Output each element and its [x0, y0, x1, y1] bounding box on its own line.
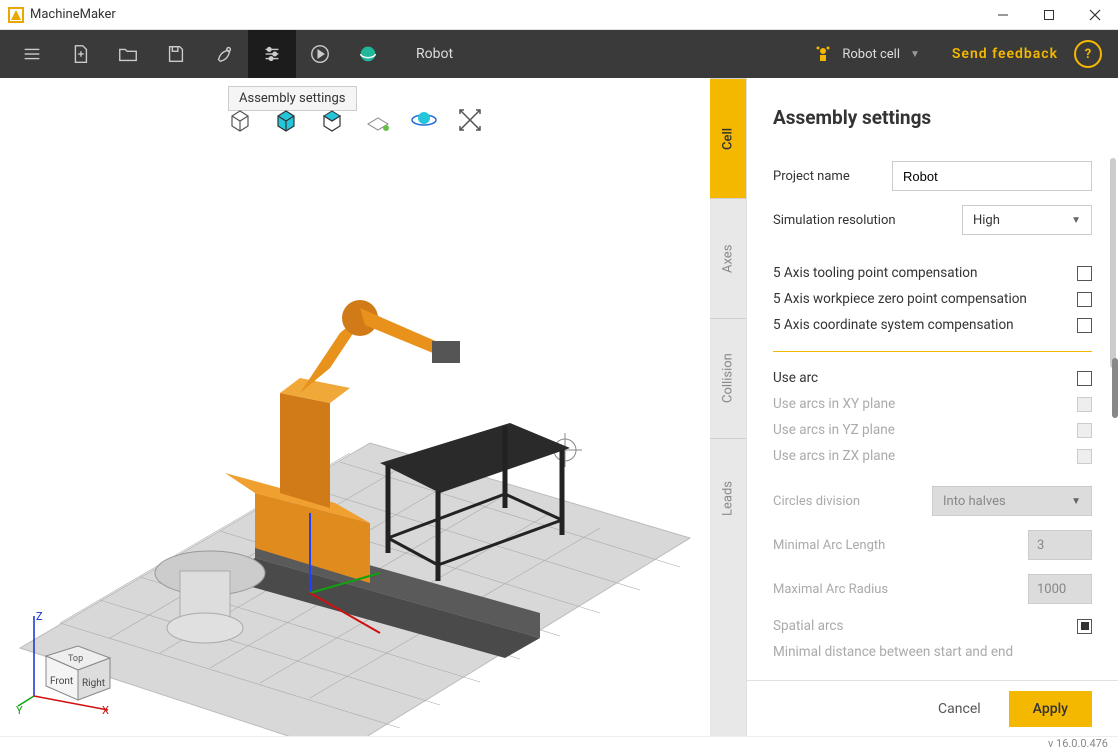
axis-x-label: X	[102, 704, 109, 716]
sim-resolution-label: Simulation resolution	[773, 213, 962, 228]
panel-scrollbar-track[interactable]	[1110, 158, 1116, 368]
arc-zx-label: Use arcs in ZX plane	[773, 448, 1077, 464]
chevron-down-icon: ▼	[1071, 215, 1081, 226]
viewport-3d[interactable]: Assembly settings	[0, 78, 710, 736]
cancel-button[interactable]: Cancel	[938, 701, 981, 717]
circles-div-select: Into halves ▼	[932, 486, 1092, 516]
navcube-right: Right	[82, 678, 105, 689]
project-name-label: Project name	[773, 169, 892, 184]
apply-button[interactable]: Apply	[1009, 691, 1092, 727]
arc-zx-checkbox	[1077, 449, 1092, 464]
use-arc-checkbox[interactable]	[1077, 371, 1092, 386]
settings-panel: Assembly settings Project name Simulatio…	[746, 78, 1118, 736]
cell-selector-label: Robot cell	[842, 47, 900, 62]
vertical-tabs: Cell Axes Collision Leads	[710, 78, 746, 736]
tab-collision[interactable]: Collision	[710, 318, 746, 438]
open-file-button[interactable]	[104, 30, 152, 78]
spatial-arcs-label: Spatial arcs	[773, 618, 1077, 634]
app-logo-icon	[8, 7, 24, 23]
use-arc-label: Use arc	[773, 370, 1077, 386]
project-name-input[interactable]	[892, 161, 1092, 191]
status-bar: v 16.0.0.476	[0, 736, 1118, 750]
sphere-tool-button[interactable]	[344, 30, 392, 78]
main-toolbar: Robot Robot cell ▼ Send feedback ?	[0, 30, 1118, 78]
axis-y-label: Y	[16, 704, 23, 716]
chevron-down-icon: ▼	[1071, 496, 1081, 507]
navigation-cube[interactable]: Z Y X Top Front Right	[16, 606, 116, 716]
toolbar-current-label: Robot	[416, 46, 453, 62]
version-label: v 16.0.0.476	[1048, 737, 1108, 750]
window-minimize-button[interactable]	[980, 0, 1026, 30]
min-arc-input: 3	[1028, 530, 1092, 560]
main-scrollbar-thumb[interactable]	[1112, 358, 1118, 418]
max-arc-label: Maximal Arc Radius	[773, 582, 1028, 597]
comp3-checkbox[interactable]	[1077, 318, 1092, 333]
cell-selector[interactable]: Robot cell ▼	[814, 45, 920, 63]
save-file-button[interactable]	[152, 30, 200, 78]
window-close-button[interactable]	[1072, 0, 1118, 30]
arc-xy-label: Use arcs in XY plane	[773, 396, 1077, 412]
arc-yz-label: Use arcs in YZ plane	[773, 422, 1077, 438]
tab-axes[interactable]: Axes	[710, 198, 746, 318]
titlebar: MachineMaker	[0, 0, 1118, 30]
arc-yz-checkbox	[1077, 423, 1092, 438]
comp3-label: 5 Axis coordinate system compensation	[773, 317, 1077, 333]
main-area: Assembly settings	[0, 78, 1118, 736]
app-title: MachineMaker	[30, 7, 116, 22]
tab-cell[interactable]: Cell	[710, 78, 746, 198]
panel-footer: Cancel Apply	[747, 680, 1118, 736]
comp2-checkbox[interactable]	[1077, 292, 1092, 307]
new-file-button[interactable]	[56, 30, 104, 78]
min-arc-label: Minimal Arc Length	[773, 538, 1028, 553]
comp1-label: 5 Axis tooling point compensation	[773, 265, 1077, 281]
max-arc-input: 1000	[1028, 574, 1092, 604]
panel-title: Assembly settings	[773, 106, 1092, 129]
divider	[773, 351, 1092, 352]
window-maximize-button[interactable]	[1026, 0, 1072, 30]
min-dist-label: Minimal distance between start and end	[773, 644, 1092, 660]
robot-tool-button[interactable]	[200, 30, 248, 78]
arc-xy-checkbox	[1077, 397, 1092, 412]
axis-z-label: Z	[36, 610, 43, 623]
navcube-front: Front	[50, 676, 73, 687]
tab-leads[interactable]: Leads	[710, 438, 746, 558]
send-feedback-link[interactable]: Send feedback	[952, 46, 1058, 62]
spatial-arcs-checkbox	[1077, 619, 1092, 634]
comp1-checkbox[interactable]	[1077, 266, 1092, 281]
circles-div-label: Circles division	[773, 494, 932, 509]
navcube-top: Top	[68, 654, 83, 664]
menu-button[interactable]	[8, 30, 56, 78]
robot-icon	[814, 45, 832, 63]
comp2-label: 5 Axis workpiece zero point compensation	[773, 291, 1077, 307]
sim-resolution-select[interactable]: High ▼	[962, 205, 1092, 235]
help-button[interactable]: ?	[1074, 40, 1102, 68]
chevron-down-icon: ▼	[910, 49, 920, 60]
play-button[interactable]	[296, 30, 344, 78]
settings-button[interactable]	[248, 30, 296, 78]
